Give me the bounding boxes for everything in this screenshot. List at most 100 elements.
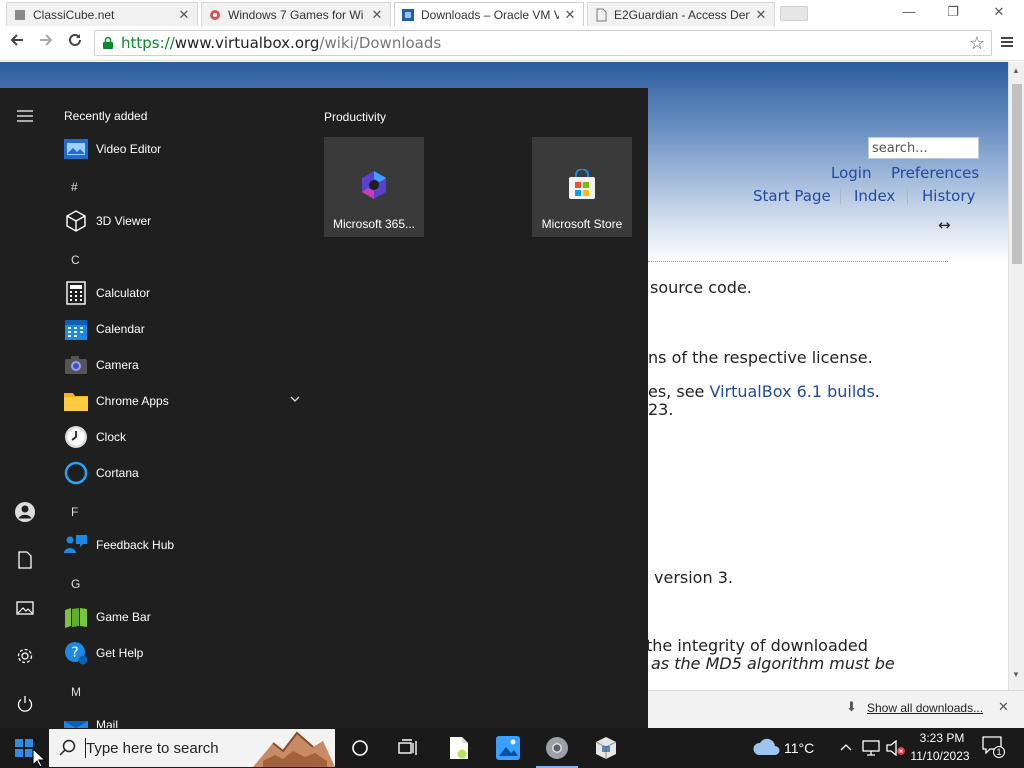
chevron-up-icon[interactable]	[840, 742, 852, 752]
app-chrome-apps[interactable]: Chrome Apps	[60, 385, 306, 417]
content-divider	[648, 261, 948, 262]
bookmark-star-icon[interactable]: ☆	[969, 33, 985, 54]
clock-time[interactable]: 3:23 PM	[910, 731, 974, 745]
user-account-icon[interactable]	[13, 500, 37, 524]
app-mail[interactable]: Mail	[60, 709, 306, 728]
power-icon[interactable]	[13, 692, 37, 716]
scrollbar-thumb[interactable]	[1012, 84, 1022, 264]
tab-virtualbox-downloads[interactable]: Downloads – Oracle VM V ✕	[394, 2, 584, 26]
weather-cloud-icon[interactable]	[752, 738, 780, 756]
app-feedback-hub[interactable]: Feedback Hub	[60, 529, 306, 561]
chevron-down-icon[interactable]	[290, 394, 300, 404]
taskbar: Type here to search 11°C 3:23 PM 11/10/2…	[0, 728, 1024, 768]
app-list: Recently added Video Editor # 3D Viewer …	[50, 88, 308, 728]
close-tab-icon[interactable]: ✕	[754, 7, 768, 23]
close-downloads-bar-icon[interactable]: ✕	[998, 699, 1009, 715]
taskbar-notepad[interactable]	[447, 736, 471, 760]
reload-button[interactable]	[64, 32, 86, 54]
tab-title: E2Guardian - Access Deni	[614, 7, 750, 22]
app-3d-viewer[interactable]: 3D Viewer	[60, 205, 306, 237]
tile-microsoft-store[interactable]: Microsoft Store	[532, 137, 632, 237]
cortana-icon	[63, 460, 89, 486]
login-link[interactable]: Login	[831, 164, 871, 182]
photos-icon	[496, 736, 520, 760]
cortana-button[interactable]	[348, 736, 372, 760]
start-page-link[interactable]: Start Page	[753, 187, 831, 205]
tab-e2guardian[interactable]: E2Guardian - Access Deni ✕	[587, 2, 775, 26]
app-get-help[interactable]: ? Get Help	[60, 637, 306, 669]
hamburger-menu-icon	[1001, 37, 1013, 47]
notepad-icon	[450, 737, 468, 759]
pictures-icon[interactable]	[13, 596, 37, 620]
downloads-bar: ⬇ Show all downloads... ✕	[648, 690, 1024, 728]
task-view-icon	[398, 739, 417, 755]
mouse-cursor-icon	[32, 748, 46, 768]
show-all-downloads-link[interactable]: Show all downloads...	[867, 701, 983, 715]
back-arrow-icon	[10, 34, 23, 46]
index-link[interactable]: Index	[854, 187, 895, 205]
new-tab-button[interactable]	[780, 6, 808, 21]
taskbar-photos[interactable]	[496, 736, 520, 760]
page-scrollbar[interactable]: ▲ ▼	[1008, 62, 1024, 690]
tab-title: Downloads – Oracle VM V	[421, 7, 559, 22]
nav-separator	[907, 188, 908, 204]
app-camera[interactable]: Camera	[60, 349, 306, 381]
close-tab-icon[interactable]: ✕	[370, 7, 384, 23]
productivity-group-heading: Productivity	[324, 110, 387, 124]
weather-temperature[interactable]: 11°C	[784, 740, 814, 756]
app-cortana[interactable]: Cortana	[60, 457, 306, 489]
app-clock[interactable]: Clock	[60, 421, 306, 453]
nav-separator	[840, 188, 841, 204]
taskbar-virtualbox[interactable]	[594, 736, 618, 760]
tile-microsoft-365[interactable]: Microsoft 365...	[324, 137, 424, 237]
content-text: source code.	[650, 278, 752, 297]
scroll-up-arrow-icon[interactable]: ▲	[1012, 66, 1020, 75]
app-calendar[interactable]: Calendar	[60, 313, 306, 345]
restore-button[interactable]: ❐	[930, 4, 976, 24]
group-letter[interactable]: F	[71, 505, 78, 519]
forward-arrow-icon	[40, 34, 53, 46]
notification-count-badge: 1	[993, 746, 1005, 758]
clock-icon	[63, 424, 89, 450]
close-tab-icon[interactable]: ✕	[563, 7, 577, 23]
network-icon[interactable]	[862, 740, 880, 756]
virtualbox-61-builds-link[interactable]: VirtualBox 6.1 builds	[709, 382, 874, 401]
camera-icon	[63, 352, 89, 378]
app-video-editor[interactable]: Video Editor	[60, 133, 306, 165]
task-view-button[interactable]	[396, 736, 420, 760]
resize-handle-icon[interactable]: ↔	[938, 216, 951, 234]
app-game-bar[interactable]: Game Bar	[60, 601, 306, 633]
calendar-icon	[63, 316, 89, 342]
group-letter[interactable]: C	[71, 253, 80, 267]
documents-icon[interactable]	[13, 548, 37, 572]
volume-muted-icon[interactable]	[886, 740, 906, 756]
notification-center-button[interactable]: 1	[982, 736, 1006, 760]
site-search-input[interactable]: search...	[868, 137, 979, 159]
reload-icon	[69, 33, 81, 46]
group-letter[interactable]: G	[71, 577, 80, 591]
group-letter[interactable]: M	[71, 685, 81, 699]
tab-classicube[interactable]: ClassiCube.net ✕	[6, 2, 198, 26]
expand-menu-icon[interactable]	[13, 104, 37, 128]
preferences-link[interactable]: Preferences	[891, 164, 979, 182]
taskbar-chrome[interactable]	[545, 736, 569, 760]
history-link[interactable]: History	[922, 187, 975, 205]
address-bar[interactable]: https://www.virtualbox.org/wiki/Download…	[94, 30, 992, 56]
browser-menu-button[interactable]	[1000, 35, 1014, 54]
tab-windows7-games[interactable]: Windows 7 Games for Wi ✕	[201, 2, 391, 26]
close-window-button[interactable]: ✕	[976, 4, 1022, 24]
minimize-button[interactable]: ―	[886, 4, 932, 24]
clock-date[interactable]: 11/10/2023	[904, 749, 976, 763]
back-button[interactable]	[6, 32, 28, 54]
scroll-down-arrow-icon[interactable]: ▼	[1012, 670, 1020, 679]
app-calculator[interactable]: Calculator	[60, 277, 306, 309]
taskbar-search-box[interactable]: Type here to search	[49, 729, 335, 767]
calculator-icon	[63, 280, 89, 306]
group-letter[interactable]: #	[71, 180, 78, 194]
settings-gear-icon[interactable]	[13, 644, 37, 668]
tab-title: ClassiCube.net	[33, 7, 115, 22]
browser-tab-strip: ClassiCube.net ✕ Windows 7 Games for Wi …	[0, 0, 1024, 27]
forward-button[interactable]	[35, 32, 57, 54]
close-tab-icon[interactable]: ✕	[177, 7, 191, 23]
search-placeholder: Type here to search	[86, 739, 219, 757]
